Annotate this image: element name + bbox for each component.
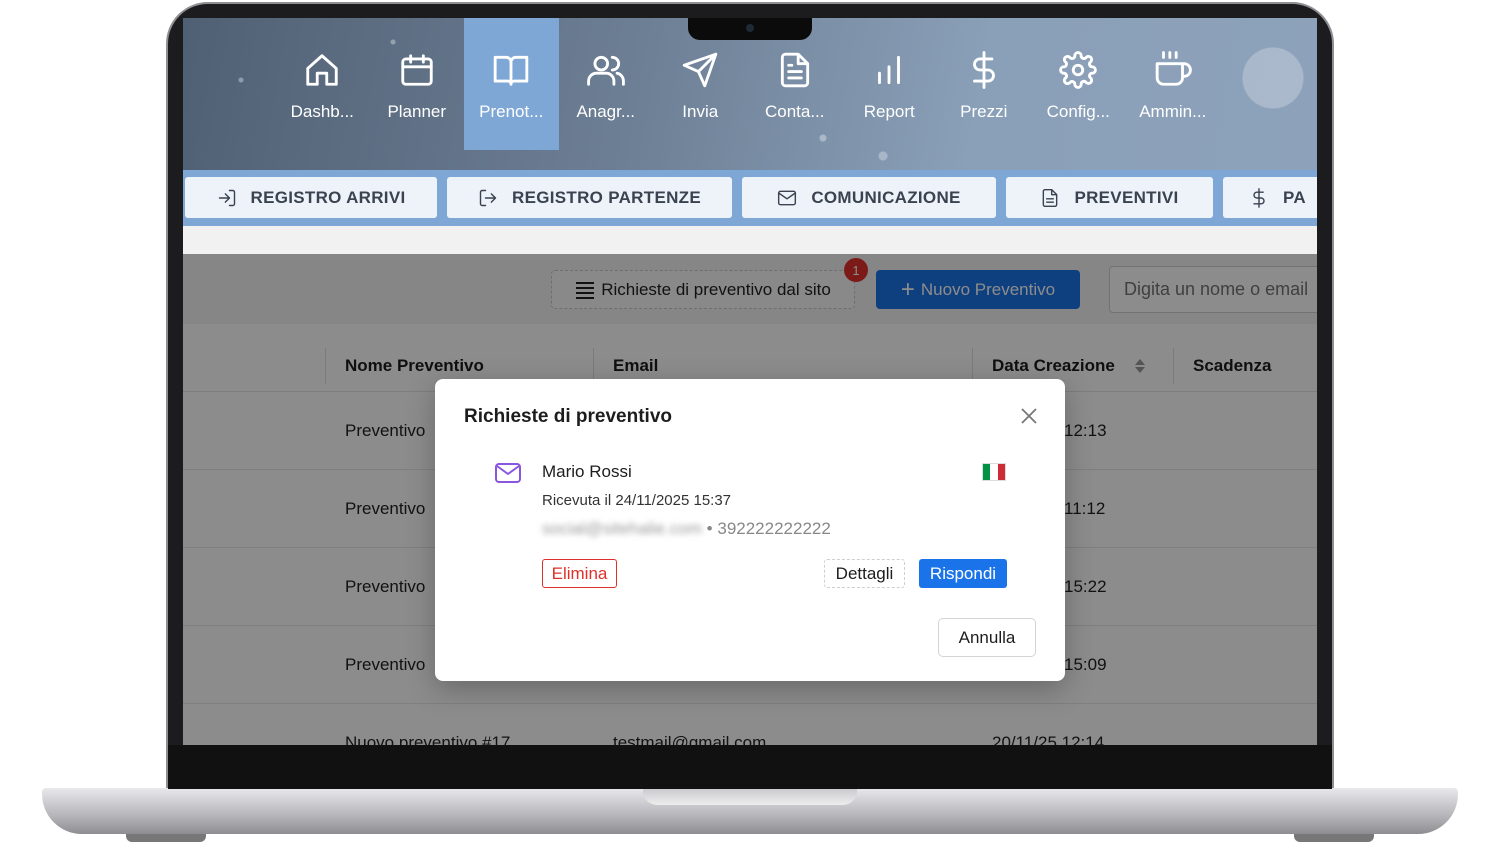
home-icon <box>302 50 342 90</box>
dollar-icon <box>964 50 1004 90</box>
users-icon <box>586 50 626 90</box>
flag-stripe-red <box>997 464 1005 480</box>
close-button[interactable] <box>1020 407 1042 429</box>
camera-icon <box>746 24 754 32</box>
book-icon <box>491 50 531 90</box>
top-navigation: Dashb... Planner Prenot... Anagr... Invi… <box>183 18 1317 170</box>
send-icon <box>680 50 720 90</box>
nav-label: Anagr... <box>576 102 636 121</box>
nav-label: Invia <box>682 102 719 121</box>
tab-label: REGISTRO ARRIVI <box>250 187 406 207</box>
tab-preventivi[interactable]: PREVENTIVI <box>1006 177 1213 218</box>
sign-in-icon <box>218 189 235 206</box>
nav-item-configurazione[interactable]: Config... <box>1031 18 1126 150</box>
laptop-foot-right <box>1294 834 1374 842</box>
sign-out-icon <box>479 189 497 206</box>
nav-label: Prenot... <box>479 102 544 121</box>
nav-item-dashboard[interactable]: Dashb... <box>275 18 370 150</box>
nav-item-amministrazione[interactable]: Ammin... <box>1126 18 1221 150</box>
nav-item-report[interactable]: Report <box>842 18 937 150</box>
document-icon <box>1043 188 1058 207</box>
modal-title: Richieste di preventivo <box>464 406 673 427</box>
camera-notch <box>688 18 812 40</box>
document-icon <box>775 50 815 90</box>
tab-content-strip <box>183 226 1317 254</box>
mail-icon <box>778 190 797 205</box>
request-contact: social@sitehalie.com • 392222222222 <box>542 519 831 539</box>
request-email: social@sitehalie.com <box>542 519 702 538</box>
italy-flag-icon <box>982 463 1006 481</box>
tab-registro-arrivi[interactable]: REGISTRO ARRIVI <box>185 177 437 218</box>
laptop-foot-left <box>126 834 206 842</box>
nav-label: Planner <box>387 102 447 121</box>
screen: Dashb... Planner Prenot... Anagr... Invi… <box>183 18 1317 745</box>
tab-label: PA <box>1283 187 1306 207</box>
tab-label: REGISTRO PARTENZE <box>512 187 701 207</box>
delete-button[interactable]: Elimina <box>542 559 617 588</box>
nav-label: Dashb... <box>290 102 354 121</box>
request-received-date: Ricevuta il 24/11/2025 15:37 <box>542 492 732 509</box>
dollar-icon <box>1253 187 1265 208</box>
close-icon <box>1021 408 1037 424</box>
tab-comunicazione[interactable]: COMUNICAZIONE <box>742 177 996 218</box>
gear-icon <box>1058 50 1098 90</box>
nav-item-prezzi[interactable]: Prezzi <box>937 18 1032 150</box>
laptop-bezel <box>168 745 1332 789</box>
tab-pagamenti[interactable]: PA <box>1223 177 1317 218</box>
cancel-button[interactable]: Annulla <box>938 618 1036 657</box>
request-phone: 392222222222 <box>717 519 831 538</box>
bar-chart-icon <box>869 50 909 90</box>
tab-label: COMUNICAZIONE <box>811 187 961 207</box>
reply-button[interactable]: Rispondi <box>919 559 1007 588</box>
details-button[interactable]: Dettagli <box>824 559 905 588</box>
subtabs-bar: REGISTRO ARRIVI REGISTRO PARTENZE COMUNI… <box>183 170 1317 226</box>
contact-separator: • <box>706 519 713 538</box>
tab-registro-partenze[interactable]: REGISTRO PARTENZE <box>447 177 732 218</box>
flag-stripe-green <box>983 464 991 480</box>
coffee-cup-icon <box>1153 50 1193 90</box>
flag-stripe-white <box>990 464 998 480</box>
laptop-hinge-notch <box>643 788 857 805</box>
nav-label: Prezzi <box>960 102 1008 121</box>
quote-requests-modal: Richieste di preventivo Mario Rossi Rice… <box>435 379 1065 681</box>
nav-label: Ammin... <box>1139 102 1207 121</box>
nav-item-planner[interactable]: Planner <box>370 18 465 150</box>
tab-label: PREVENTIVI <box>1074 187 1179 207</box>
nav-item-anagrafica[interactable]: Anagr... <box>559 18 654 150</box>
nav-label: Conta... <box>764 102 825 121</box>
nav-item-prenotazioni[interactable]: Prenot... <box>464 18 559 150</box>
envelope-icon <box>494 461 522 490</box>
nav-label: Report <box>863 102 915 121</box>
calendar-icon <box>397 50 437 90</box>
request-sender-name: Mario Rossi <box>542 462 632 481</box>
nav-label: Config... <box>1046 102 1110 121</box>
